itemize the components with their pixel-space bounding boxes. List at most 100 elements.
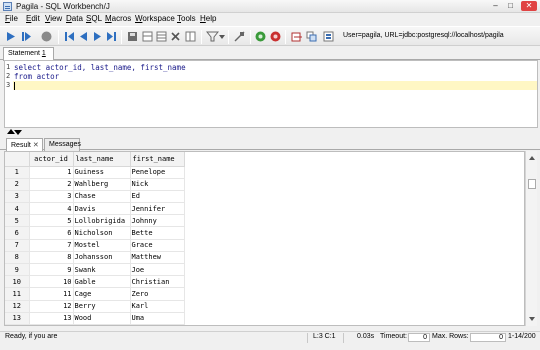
table-cell[interactable]: Johansson: [73, 251, 131, 265]
tab-statement-1[interactable]: Statement 1: [3, 47, 54, 61]
table-cell[interactable]: Bergen: [73, 324, 131, 325]
table-cell[interactable]: Berry: [73, 300, 131, 313]
table-row[interactable]: 1414BergenVivien: [5, 324, 185, 325]
pin-icon[interactable]: [233, 30, 246, 43]
table-cell[interactable]: Wahlberg: [73, 178, 131, 191]
copy-row-icon[interactable]: [155, 30, 168, 43]
tab-messages[interactable]: Messages: [44, 138, 81, 151]
table-row[interactable]: 12 12 Berry Karl: [5, 300, 185, 313]
table-cell[interactable]: Grace: [130, 239, 185, 252]
table-cell[interactable]: 2: [29, 178, 74, 191]
table-row[interactable]: 1 1 Guiness Penelope: [5, 166, 185, 179]
table-cell[interactable]: Nicholson: [73, 226, 131, 240]
table-cell[interactable]: Swank: [73, 263, 131, 277]
table-cell[interactable]: 13: [29, 312, 74, 325]
table-cell[interactable]: Lollobrigida: [73, 214, 131, 228]
table-cell[interactable]: Karl: [130, 300, 185, 313]
table-cell[interactable]: Gable: [73, 275, 131, 289]
stop-icon[interactable]: [40, 30, 53, 43]
table-row[interactable]: 13 13 Wood Uma: [5, 312, 185, 325]
table-cell[interactable]: Wood: [73, 312, 131, 325]
filter-dropdown-icon[interactable]: [219, 30, 225, 43]
table-cell[interactable]: 9: [29, 263, 74, 277]
delete-icon[interactable]: [169, 30, 182, 43]
table-cell[interactable]: Zero: [130, 287, 185, 301]
split-divider[interactable]: [0, 128, 540, 136]
table-cell[interactable]: Penelope: [130, 166, 185, 179]
table-row[interactable]: 4 4 Davis Jennifer: [5, 202, 185, 216]
table-cell[interactable]: 10: [29, 275, 74, 289]
table-row[interactable]: 10 10 Gable Christian: [5, 275, 185, 289]
table-cell[interactable]: 1: [29, 166, 74, 179]
table-cell[interactable]: 12: [29, 300, 74, 313]
table-cell[interactable]: Joe: [130, 263, 185, 277]
table-cell[interactable]: 14: [29, 324, 74, 325]
table-cell[interactable]: Chase: [73, 190, 131, 204]
table-cell[interactable]: Guiness: [73, 166, 131, 179]
minimize-button[interactable]: –: [490, 1, 501, 11]
table-cell[interactable]: Davis: [73, 202, 131, 216]
table-row[interactable]: 8 8 Johansson Matthew: [5, 251, 185, 265]
table-row[interactable]: 9 9 Swank Joe: [5, 263, 185, 277]
table-cell[interactable]: 7: [29, 239, 74, 252]
table-row[interactable]: 2 2 Wahlberg Nick: [5, 178, 185, 191]
table-cell[interactable]: Jennifer: [130, 202, 185, 216]
table-cell[interactable]: Vivien: [130, 324, 185, 325]
scroll-thumb[interactable]: [528, 179, 536, 189]
scroll-up-icon[interactable]: [529, 156, 535, 160]
close-tab-icon[interactable]: ✕: [33, 142, 39, 149]
table-cell[interactable]: Ed: [130, 190, 185, 204]
column-header[interactable]: actor_id: [29, 152, 74, 167]
tab-result[interactable]: Result ✕: [6, 138, 43, 151]
table-row[interactable]: 5 5 Lollobrigida Johnny: [5, 214, 185, 228]
commit-icon[interactable]: [254, 30, 267, 43]
menu-edit[interactable]: Edit: [26, 14, 40, 23]
scroll-down-icon[interactable]: [529, 317, 535, 321]
previous-statement-icon[interactable]: [77, 30, 90, 43]
save-icon[interactable]: [126, 30, 139, 43]
table-cell[interactable]: 5: [29, 214, 74, 228]
vertical-scrollbar[interactable]: [525, 151, 537, 326]
menu-file[interactable]: File: [5, 14, 18, 23]
max-rows-field[interactable]: 0: [470, 333, 506, 342]
table-cell[interactable]: Mostel: [73, 239, 131, 252]
menu-view[interactable]: View: [45, 14, 62, 23]
timeout-field[interactable]: 0: [408, 333, 430, 342]
menu-workspace[interactable]: Workspace: [135, 14, 175, 23]
column-header[interactable]: last_name: [73, 152, 131, 167]
grid-options-icon[interactable]: [184, 30, 197, 43]
table-row[interactable]: 11 11 Cage Zero: [5, 287, 185, 301]
sql-editor[interactable]: 1 2 3 select actor_id, last_name, first_…: [4, 60, 538, 128]
insert-row-icon[interactable]: [141, 30, 154, 43]
table-cell[interactable]: Uma: [130, 312, 185, 325]
table-cell[interactable]: 4: [29, 202, 74, 216]
execute-icon[interactable]: [4, 30, 17, 43]
next-statement-icon[interactable]: [91, 30, 104, 43]
menu-sql[interactable]: SQL: [86, 14, 102, 23]
close-button[interactable]: ✕: [521, 1, 537, 11]
execute-all-icon[interactable]: [20, 30, 33, 43]
menu-help[interactable]: Help: [200, 14, 216, 23]
table-cell[interactable]: Matthew: [130, 251, 185, 265]
table-row[interactable]: 6 6 Nicholson Bette: [5, 226, 185, 240]
maximize-button[interactable]: □: [505, 1, 516, 11]
disconnect-icon[interactable]: [290, 30, 303, 43]
table-cell[interactable]: 11: [29, 287, 74, 301]
table-cell[interactable]: 8: [29, 251, 74, 265]
menu-data[interactable]: Data: [66, 14, 83, 23]
database-explorer-icon[interactable]: [305, 30, 318, 43]
menu-tools[interactable]: Tools: [177, 14, 196, 23]
connection-info-icon[interactable]: [322, 30, 335, 43]
table-cell[interactable]: Johnny: [130, 214, 185, 228]
filter-icon[interactable]: [206, 30, 219, 43]
menu-macros[interactable]: Macros: [105, 14, 131, 23]
table-cell[interactable]: 6: [29, 226, 74, 240]
table-cell[interactable]: Bette: [130, 226, 185, 240]
table-cell[interactable]: Christian: [130, 275, 185, 289]
result-grid[interactable]: actor_id last_name first_name 1 1 Guiness P…: [4, 151, 525, 326]
table-cell[interactable]: Cage: [73, 287, 131, 301]
table-cell[interactable]: Nick: [130, 178, 185, 191]
collapse-down-icon[interactable]: [14, 130, 22, 135]
rollback-icon[interactable]: [269, 30, 282, 43]
first-statement-icon[interactable]: [63, 30, 76, 43]
